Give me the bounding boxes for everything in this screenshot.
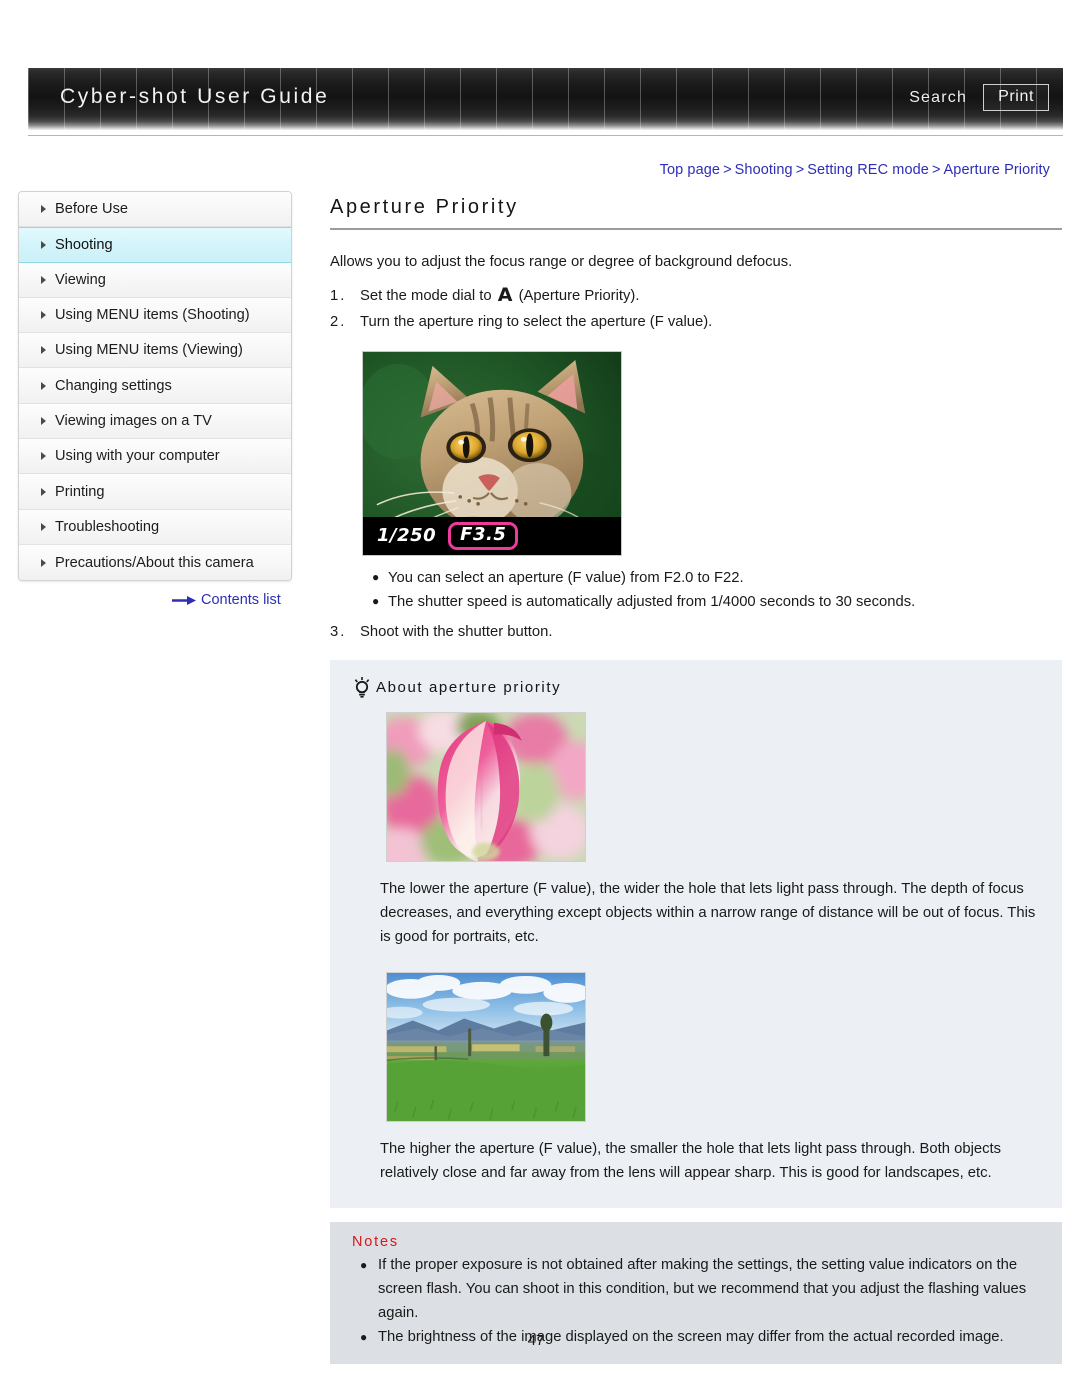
tulip-illustration <box>387 713 585 862</box>
arrow-right-icon <box>172 595 196 606</box>
triangle-right-icon <box>41 381 46 390</box>
tip-panel: About aperture priority The lower the ap… <box>330 660 1062 1209</box>
step-1-text-before: Set the mode dial to <box>360 288 496 305</box>
step-1-text: Set the mode dial to A (Aperture Priorit… <box>360 285 1062 309</box>
main-content: Aperture Priority Allows you to adjust t… <box>330 196 1062 1364</box>
breadcrumb-item-setting-rec-mode[interactable]: Setting REC mode <box>807 162 929 178</box>
sidebar-item-label: Before Use <box>55 201 129 218</box>
sidebar-item-using-menu-items-shooting[interactable]: Using MENU items (Shooting) <box>19 297 291 334</box>
breadcrumb-separator: > <box>795 162 805 178</box>
triangle-right-icon <box>41 240 46 249</box>
search-link[interactable]: Search <box>909 89 967 107</box>
contents-list-link[interactable]: Contents list <box>172 592 281 608</box>
step-1: 1. Set the mode dial to A (Aperture Prio… <box>330 285 1062 309</box>
landscape-photo <box>386 972 586 1123</box>
page-title: Aperture Priority <box>330 196 519 218</box>
header-divider <box>28 135 1063 136</box>
breadcrumb-item-aperture-priority[interactable]: Aperture Priority <box>944 162 1050 178</box>
site-header: Cyber-shot User Guide Search Print <box>28 68 1063 136</box>
bullet-dot-icon: ● <box>372 569 380 584</box>
tip-text-low-aperture: The lower the aperture (F value), the wi… <box>380 881 1036 946</box>
sidebar-item-label: Using MENU items (Shooting) <box>55 307 250 324</box>
camera-screen-example-image: 1/250 F3.5 <box>362 350 622 556</box>
notes-title: Notes <box>352 1234 399 1251</box>
sidebar-item-viewing[interactable]: Viewing <box>19 262 291 298</box>
tip-text-high-aperture: The higher the aperture (F value), the s… <box>380 1141 1001 1182</box>
note-text: If the proper exposure is not obtained a… <box>378 1257 1027 1322</box>
landscape-illustration <box>387 973 585 1122</box>
sidebar-item-using-menu-items-viewing[interactable]: Using MENU items (Viewing) <box>19 333 291 369</box>
tulip-photo <box>386 712 586 863</box>
sidebar-item-label: Troubleshooting <box>55 518 160 535</box>
tip-heading-label: About aperture priority <box>376 678 562 696</box>
bullet-dot-icon: ● <box>372 594 380 609</box>
bullet-text: You can select an aperture (F value) fro… <box>388 569 744 586</box>
sidebar-item-label: Precautions/About this camera <box>55 554 254 571</box>
sidebar-navigation: Before Use Shooting Viewing Using MENU item… <box>18 191 292 582</box>
sidebar-item-troubleshooting[interactable]: Troubleshooting <box>19 509 291 545</box>
triangle-right-icon <box>41 487 46 496</box>
triangle-right-icon <box>41 416 46 425</box>
tip-heading: About aperture priority <box>352 676 1042 698</box>
camera-osd-bar: 1/250 F3.5 <box>363 516 621 555</box>
sidebar-item-label: Viewing images on a TV <box>55 412 212 429</box>
aperture-info-bullet-list: ● You can select an aperture (F value) f… <box>330 566 1062 615</box>
page-number-value: 47 <box>527 1332 545 1349</box>
sidebar-item-label: Using MENU items (Viewing) <box>55 342 243 359</box>
sidebar-item-label: Printing <box>55 483 105 500</box>
step-3-number: 3. <box>330 623 347 640</box>
sidebar-item-label: Using with your computer <box>55 448 220 465</box>
step-2-text: Turn the aperture ring to select the ape… <box>360 314 713 331</box>
breadcrumb: Top page > Shooting > Setting REC mode > Apert… <box>660 162 1050 178</box>
sidebar-item-using-with-your-computer[interactable]: Using with your computer <box>19 439 291 475</box>
sidebar-item-changing-settings[interactable]: Changing settings <box>19 368 291 404</box>
breadcrumb-item-shooting[interactable]: Shooting <box>735 162 793 178</box>
triangle-right-icon <box>41 558 46 567</box>
step-2-number: 2. <box>330 314 347 331</box>
triangle-right-icon <box>41 311 46 320</box>
step-1-text-after: (Aperture Priority). <box>514 288 640 305</box>
sidebar-item-precautions-about-this-camera[interactable]: Precautions/About this camera <box>19 544 291 581</box>
step-2: 2. Turn the aperture ring to select the … <box>330 311 1062 335</box>
sidebar-item-printing[interactable]: Printing <box>19 474 291 510</box>
list-item: ● You can select an aperture (F value) f… <box>330 566 1062 590</box>
sidebar-item-viewing-images-on-a-tv[interactable]: Viewing images on a TV <box>19 403 291 440</box>
lightbulb-icon <box>352 676 372 698</box>
step-3: 3. Shoot with the shutter button. <box>330 621 1062 645</box>
sidebar-item-shooting[interactable]: Shooting <box>19 227 291 263</box>
intro-paragraph: Allows you to adjust the focus range or … <box>330 254 793 270</box>
header-actions: Search Print <box>909 84 1049 111</box>
breadcrumb-separator: > <box>723 162 732 178</box>
print-button[interactable]: Print <box>983 84 1049 111</box>
sidebar-item-before-use[interactable]: Before Use <box>19 192 291 228</box>
triangle-right-icon <box>41 522 46 531</box>
sidebar-item-label: Changing settings <box>55 377 172 394</box>
list-item: ● If the proper exposure is not obtained… <box>352 1254 1040 1326</box>
title-divider <box>330 228 1062 230</box>
osd-f-value-highlighted: F3.5 <box>448 521 519 550</box>
site-title: Cyber-shot User Guide <box>60 85 330 108</box>
sidebar-item-label: Viewing <box>55 271 106 288</box>
triangle-right-icon <box>41 346 46 355</box>
triangle-right-icon <box>41 275 46 284</box>
breadcrumb-separator: > <box>931 162 941 178</box>
sidebar-item-label: Shooting <box>55 236 113 253</box>
triangle-right-icon <box>41 452 46 461</box>
bullet-text: The shutter speed is automatically adjus… <box>388 594 916 611</box>
page-number: 47 <box>0 1332 1080 1349</box>
step-3-text: Shoot with the shutter button. <box>360 623 553 640</box>
mode-dial-a-glyph: A <box>497 284 513 307</box>
list-item: ● The shutter speed is automatically adj… <box>330 590 1062 614</box>
bullet-dot-icon: ● <box>360 1258 368 1273</box>
step-1-number: 1. <box>330 288 347 305</box>
contents-list-label: Contents list <box>201 592 281 608</box>
osd-shutter-speed: 1/250 <box>377 525 437 547</box>
triangle-right-icon <box>41 205 46 214</box>
breadcrumb-item-top-page[interactable]: Top page <box>660 162 720 178</box>
